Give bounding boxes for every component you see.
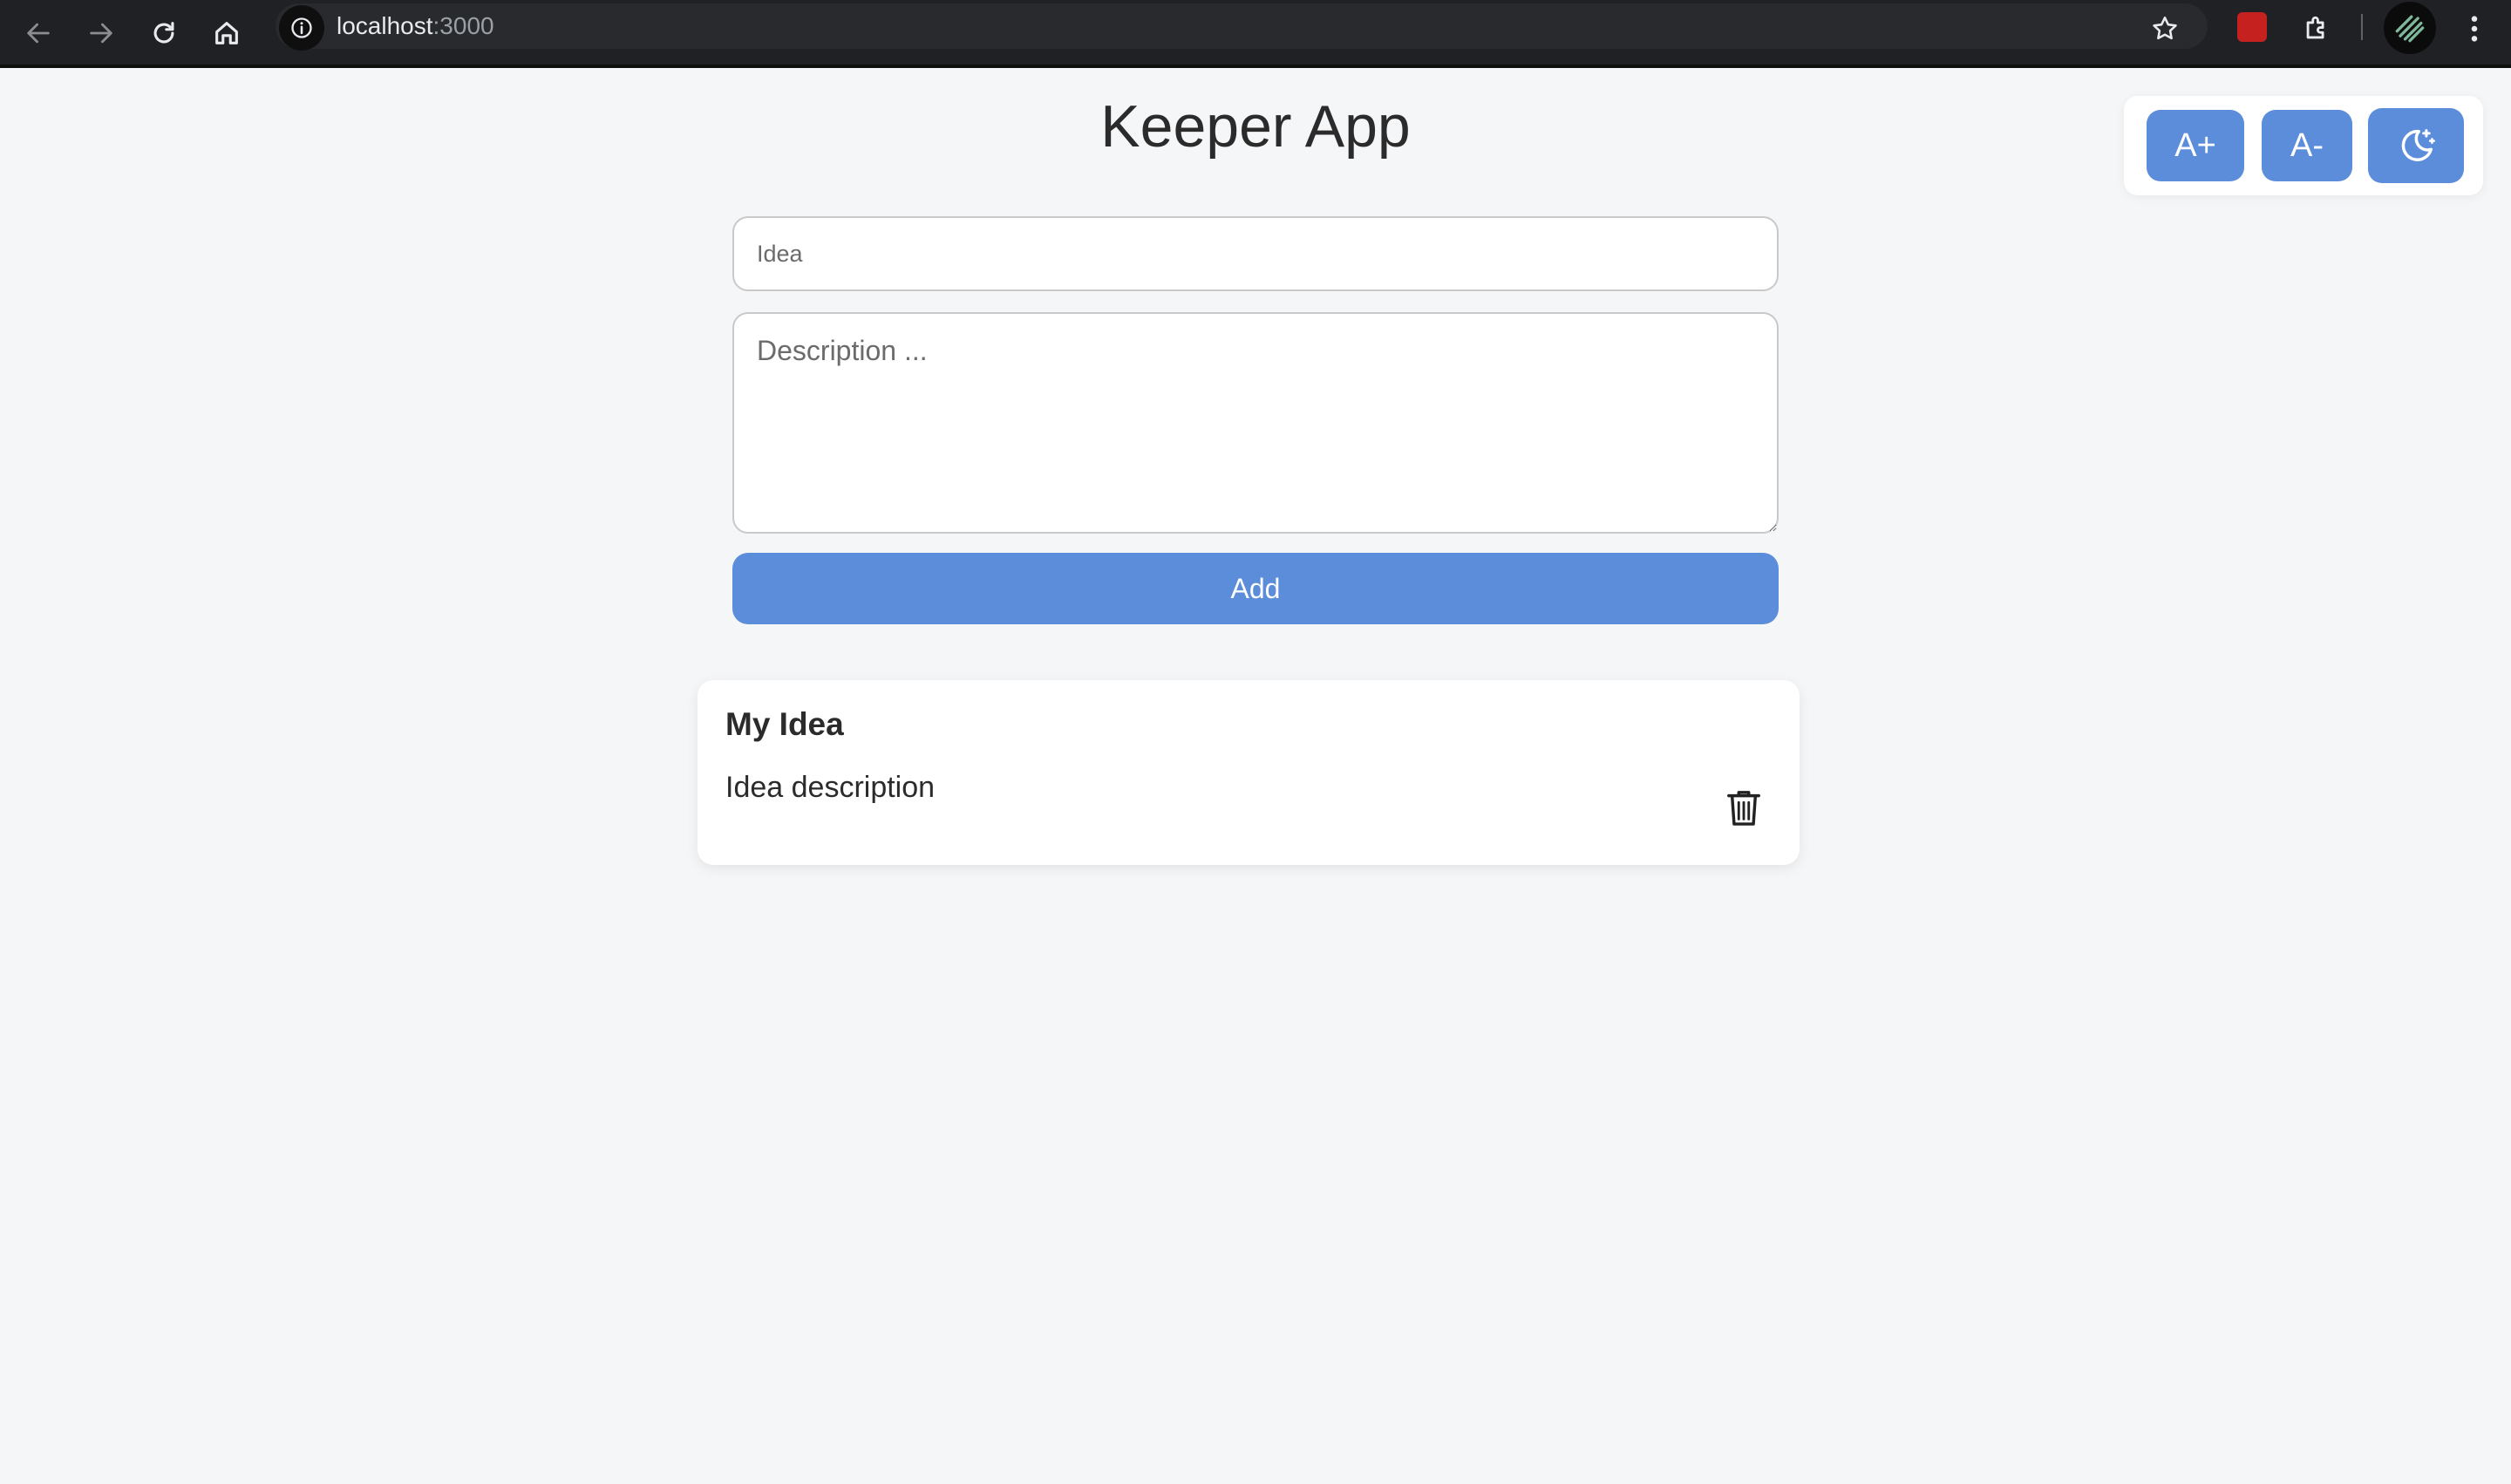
dark-mode-button[interactable]: [2368, 108, 2464, 183]
home-icon: [215, 22, 238, 44]
note-title: My Idea: [725, 706, 844, 742]
note-description: Idea description: [725, 771, 936, 804]
info-icon: [291, 17, 312, 38]
url-text[interactable]: localhost:3000: [337, 10, 494, 42]
puzzle-icon: [2306, 16, 2324, 39]
arrow-right-icon: [90, 23, 112, 44]
arrow-left-icon: [27, 23, 50, 44]
url-port: :3000: [432, 12, 494, 39]
profile-avatar[interactable]: [2384, 2, 2436, 54]
browser-menu-button[interactable]: [2459, 9, 2490, 49]
star-icon: [2153, 16, 2177, 40]
moon-stars-icon: [2401, 129, 2435, 161]
accessibility-toolbar: A+ A-: [2124, 96, 2483, 195]
description-input[interactable]: [732, 312, 1779, 534]
address-bar[interactable]: [276, 3, 2208, 49]
reload-button[interactable]: [140, 9, 188, 58]
decrease-font-button[interactable]: A-: [2262, 110, 2352, 181]
trash-icon: [1727, 791, 1760, 826]
add-button[interactable]: Add: [732, 553, 1779, 624]
forward-button[interactable]: [77, 9, 126, 58]
browser-toolbar: localhost:3000: [0, 0, 2511, 68]
back-button[interactable]: [14, 9, 63, 58]
extensions-button[interactable]: [2297, 9, 2337, 49]
extension-icon[interactable]: [2237, 12, 2267, 42]
site-info-button[interactable]: [279, 5, 324, 51]
delete-note-button[interactable]: [1716, 779, 1772, 835]
bookmark-button[interactable]: [2145, 9, 2185, 49]
note-card: My Idea Idea description: [698, 680, 1800, 865]
url-host: localhost: [337, 12, 433, 39]
profile-logo-icon: [2395, 15, 2425, 43]
kebab-menu-icon: [2471, 16, 2478, 42]
home-button[interactable]: [202, 9, 251, 58]
increase-font-button[interactable]: A+: [2147, 110, 2244, 181]
reload-icon: [153, 22, 174, 44]
idea-input[interactable]: [732, 216, 1779, 291]
toolbar-divider: [2361, 14, 2363, 40]
